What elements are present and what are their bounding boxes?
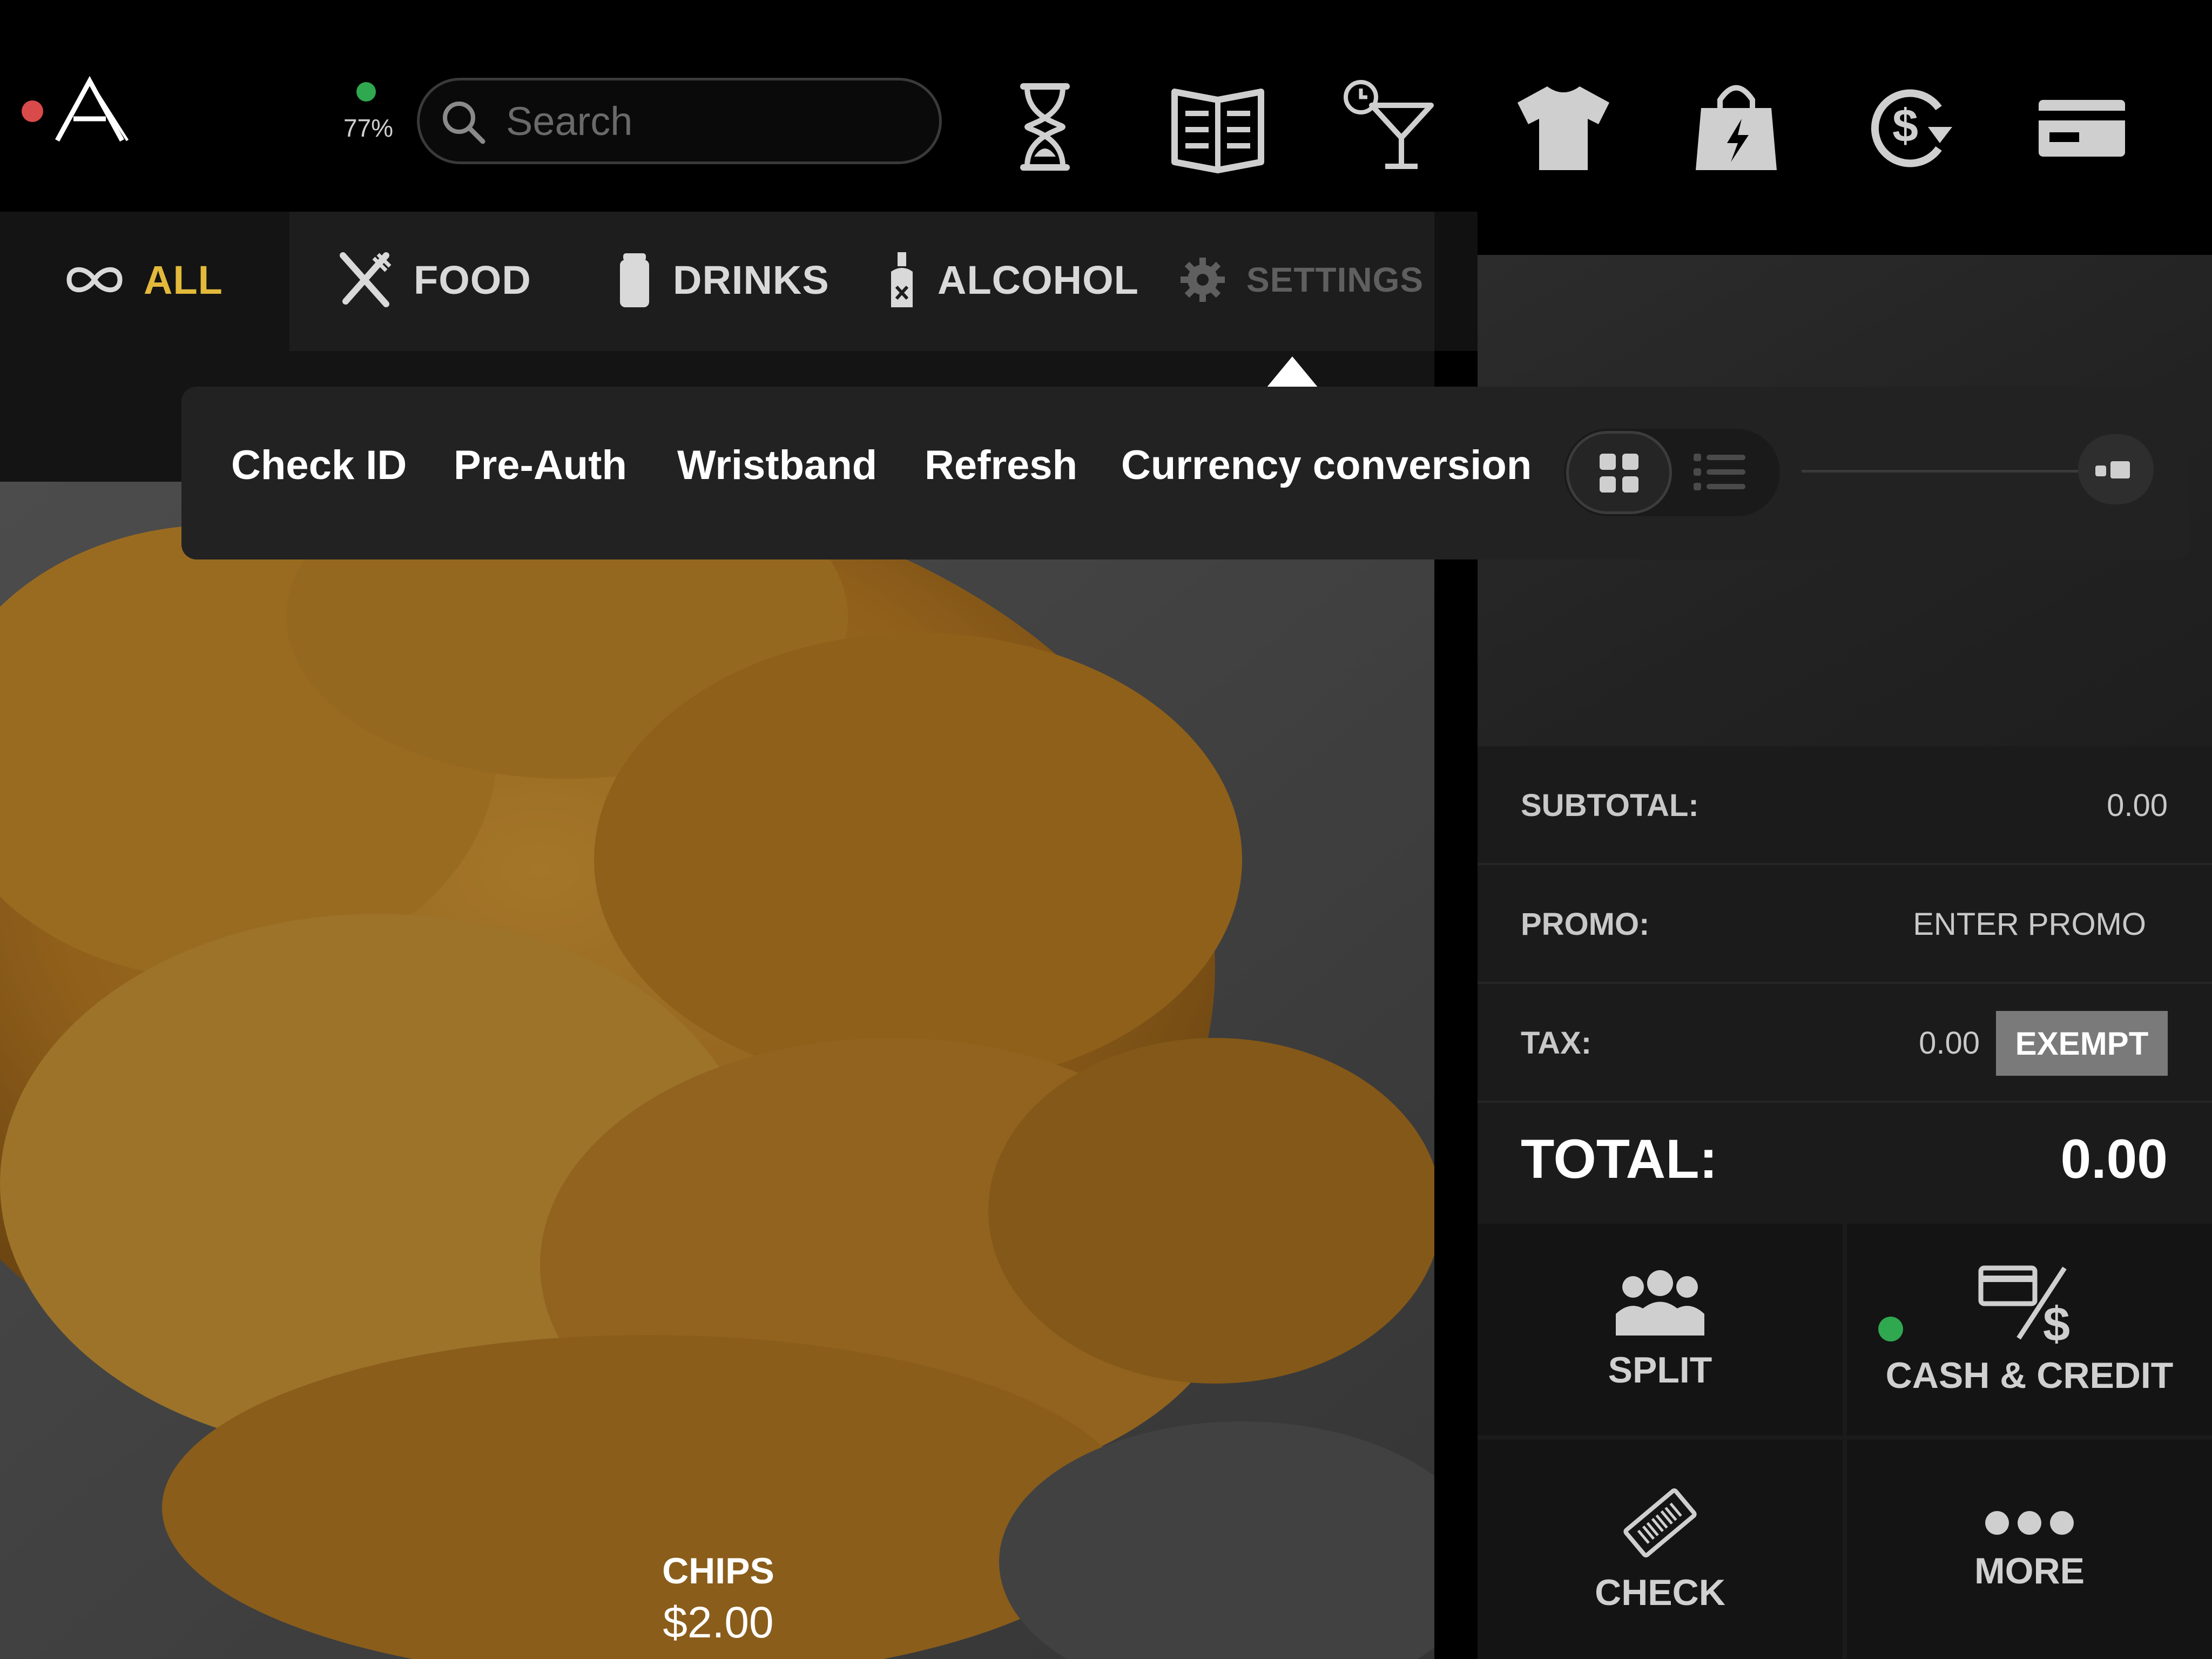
refresh-button[interactable]: Refresh [925,442,1077,489]
search-input[interactable]: Search [417,78,942,164]
tax-label: TAX: [1521,1026,1592,1061]
gear-icon [1181,258,1225,302]
enter-promo-button[interactable]: ENTER PROMO [1836,906,2146,942]
tab-alcohol-label: ALCOHOL [938,257,1139,302]
shopping-bag-bolt-icon[interactable] [1685,76,1788,178]
promo-label: PROMO: [1521,907,1650,942]
tab-settings-label: SETTINGS [1246,260,1424,299]
refund-dollar-icon[interactable]: $ [1858,76,1960,178]
app-logo-icon [55,76,129,142]
product-tile-chips[interactable] [0,482,1434,1659]
tab-drinks[interactable]: DRINKS [616,253,830,307]
tax-exempt-button[interactable]: EXEMPT [1996,1011,2168,1076]
liquor-bottle-icon [891,252,913,307]
battery-status-dot [356,82,376,102]
chips-image [0,482,1434,1659]
tshirt-merch-icon[interactable] [1512,76,1615,178]
total-label: TOTAL: [1521,1128,1718,1190]
infinity-icon [66,267,123,293]
wristband-button[interactable]: Wristband [677,442,877,489]
tab-food[interactable]: FOOD [335,252,531,307]
status-indicator-dot [22,100,43,122]
check-label: CHECK [1595,1572,1725,1613]
tab-all[interactable]: ALL [65,254,223,306]
popover-arrow [1266,356,1318,388]
svg-text:$: $ [1892,100,1918,152]
tab-food-label: FOOD [414,257,531,302]
svg-text:$: $ [2043,1298,2070,1344]
hourglass-icon[interactable] [994,76,1096,178]
tab-drinks-label: DRINKS [673,257,830,302]
cash-credit-label: CASH & CREDIT [1885,1355,2174,1396]
check-receipt-icon [1623,1488,1697,1557]
credit-card-icon[interactable] [2031,76,2133,178]
product-price: $2.00 [663,1598,774,1647]
split-button[interactable]: SPLIT [1478,1224,1843,1435]
check-button[interactable]: CHECK [1478,1440,1843,1659]
subtotal-label: SUBTOTAL: [1521,788,1699,823]
search-icon [443,102,485,144]
split-label: SPLIT [1608,1350,1712,1391]
battery-level: 77% [343,114,394,142]
total-value: 0.00 [2060,1128,2168,1190]
subtotal-value: 0.00 [2107,788,2168,823]
grid-icon [1600,454,1638,493]
split-people-icon [1616,1270,1704,1336]
more-label: MORE [1974,1550,2085,1591]
product-name: CHIPS [662,1550,774,1591]
list-view-icon[interactable] [1692,450,1746,494]
tax-value: 0.00 [1919,1026,1980,1061]
tab-all-label: ALL [144,257,223,302]
currency-conversion-button[interactable]: Currency conversion [1121,442,1532,489]
cash-credit-status-dot [1878,1317,1903,1341]
happy-hour-cocktail-icon[interactable] [1339,76,1442,178]
drink-can-icon [620,253,649,307]
menu-book-icon[interactable] [1166,76,1269,178]
more-button[interactable]: MORE [1847,1440,2212,1659]
cash-credit-icon: $ [1978,1265,2070,1344]
tile-size-slider-track[interactable] [1802,470,2082,473]
pre-auth-button[interactable]: Pre-Auth [454,442,627,489]
fork-knife-icon [340,252,392,307]
tile-size-icon [2095,461,2130,478]
tab-alcohol[interactable]: ALCOHOL [886,252,1139,307]
tab-settings[interactable]: SETTINGS [1178,254,1424,306]
check-id-button[interactable]: Check ID [231,442,407,489]
more-dots-icon [1985,1511,2074,1535]
